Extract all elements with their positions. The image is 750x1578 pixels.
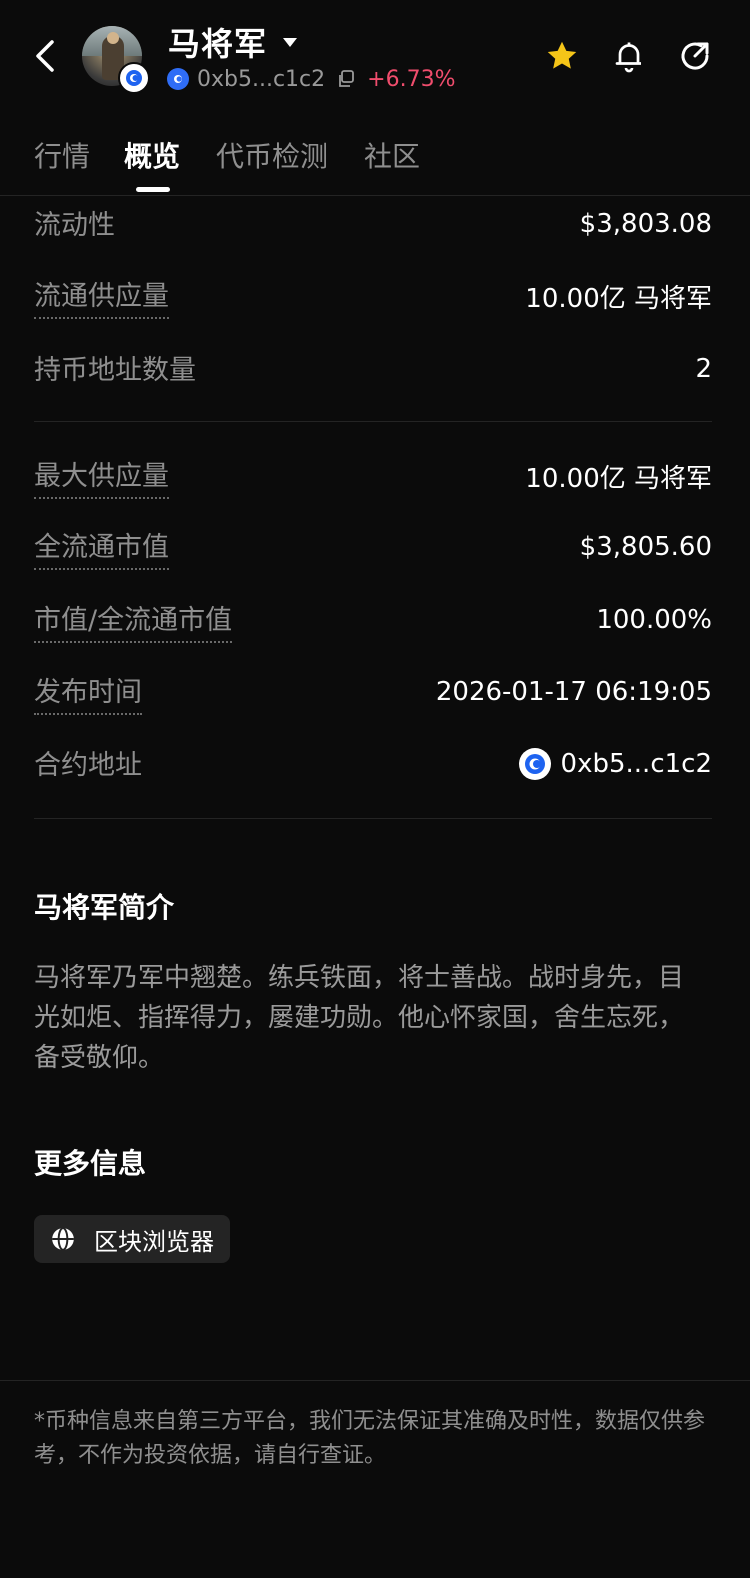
token-address: 0xb5...c1c2 (197, 66, 326, 92)
stat-label[interactable]: 流通供应量 (34, 274, 169, 319)
stat-row-launch-time: 发布时间 2026-01-17 06:19:05 (34, 670, 712, 715)
price-change: +6.73% (367, 66, 456, 92)
stat-row-contract-address: 合约地址 0xb5...c1c2 (34, 742, 712, 786)
chain-icon (518, 748, 551, 780)
stat-label[interactable]: 发布时间 (34, 670, 142, 715)
contract-address-text: 0xb5...c1c2 (560, 749, 712, 779)
stat-row-fdv: 全流通市值 $3,805.60 (34, 525, 712, 570)
stat-label: 流动性 (34, 209, 115, 241)
back-icon[interactable] (30, 36, 64, 76)
intro-title: 马将军简介 (34, 891, 175, 924)
star-icon[interactable] (544, 38, 580, 74)
intro-text: 马将军乃军中翘楚。练兵铁面，将士善战。战时身先，目光如炬、指挥得力，屡建功勋。他… (34, 963, 685, 1073)
dropdown-caret-icon[interactable] (283, 37, 298, 47)
token-name: 马将军 (168, 25, 268, 63)
divider (0, 1380, 750, 1381)
stat-label[interactable]: 市值/全流通市值 (34, 598, 233, 643)
active-tab-indicator (136, 187, 170, 192)
stat-row-max-supply: 最大供应量 10.00亿 马将军 (34, 454, 712, 499)
stat-value: 2026-01-17 06:19:05 (435, 677, 712, 707)
globe-icon (50, 1226, 76, 1252)
token-subtitle-row: 0xb5...c1c2 +6.73% (167, 64, 455, 94)
tab-market[interactable]: 行情 (34, 135, 90, 175)
tab-community[interactable]: 社区 (364, 135, 420, 175)
more-info-title: 更多信息 (34, 1147, 147, 1180)
stat-row-mcap-fdv: 市值/全流通市值 100.00% (34, 598, 712, 643)
stat-value: 10.00亿 马将军 (525, 283, 712, 314)
header: 马将军 0xb5...c1c2 +6.73% (0, 0, 750, 115)
block-explorer-label: 区块浏览器 (94, 1227, 214, 1256)
stat-row-liquidity: 流动性 $3,803.08 (34, 202, 712, 246)
copy-icon[interactable] (337, 70, 355, 88)
stat-label[interactable]: 最大供应量 (34, 454, 169, 499)
stat-row-circulating-supply: 流通供应量 10.00亿 马将军 (34, 274, 712, 319)
disclaimer-text: *币种信息来自第三方平台，我们无法保证其准确及时性，数据仅供参考，不作为投资依据… (34, 1409, 706, 1468)
stat-label: 合约地址 (34, 749, 142, 781)
stat-value: 10.00亿 马将军 (525, 463, 712, 494)
stat-value: $3,803.08 (579, 209, 712, 239)
tab-bar: 行情 概览 代币检测 社区 (0, 125, 750, 196)
token-overview-page: 马将军 0xb5...c1c2 +6.73% 行情 概览 代币检测 社区 流动性… (0, 0, 750, 1578)
divider (34, 818, 712, 819)
stat-row-holders: 持币地址数量 2 (34, 347, 712, 391)
share-icon[interactable] (677, 38, 713, 74)
chain-icon (167, 68, 189, 90)
token-avatar[interactable] (82, 26, 150, 94)
stat-label: 持币地址数量 (34, 354, 196, 386)
block-explorer-button[interactable]: 区块浏览器 (34, 1215, 230, 1263)
tab-token-check[interactable]: 代币检测 (216, 135, 328, 175)
contract-address[interactable]: 0xb5...c1c2 (518, 748, 712, 780)
tab-overview[interactable]: 概览 (124, 135, 180, 175)
stat-label[interactable]: 全流通市值 (34, 525, 169, 570)
stat-value: 2 (695, 354, 712, 384)
divider (34, 421, 712, 422)
chain-badge-icon (118, 62, 150, 94)
stat-value: 100.00% (596, 605, 712, 635)
bell-icon[interactable] (611, 38, 647, 74)
stat-value: $3,805.60 (579, 532, 712, 562)
token-title-row[interactable]: 马将军 (168, 22, 298, 63)
